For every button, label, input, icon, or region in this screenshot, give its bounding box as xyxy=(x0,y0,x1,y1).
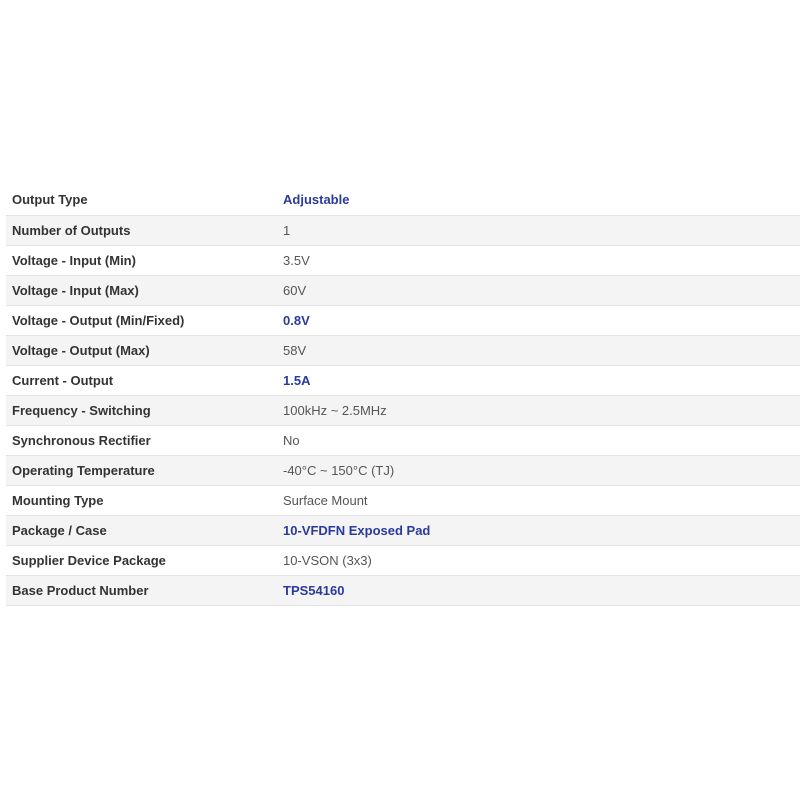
attribute-value-link[interactable]: 10-VFDFN Exposed Pad xyxy=(283,523,430,538)
table-row: Synchronous Rectifier No xyxy=(6,425,800,456)
attribute-label: Voltage - Input (Min) xyxy=(6,245,277,276)
attribute-value: TPS54160 xyxy=(277,575,800,606)
attribute-value: 0.8V xyxy=(277,305,800,336)
attribute-label: Number of Outputs xyxy=(6,215,277,246)
attribute-value: Adjustable xyxy=(277,185,800,216)
attribute-value-link[interactable]: 1.5A xyxy=(283,373,310,388)
product-attributes-table: Output Type Adjustable Number of Outputs… xyxy=(6,185,800,606)
product-attributes-body: Output Type Adjustable Number of Outputs… xyxy=(6,185,800,606)
attribute-label: Current - Output xyxy=(6,365,277,396)
attribute-label: Operating Temperature xyxy=(6,455,277,486)
table-row: Voltage - Input (Min) 3.5V xyxy=(6,245,800,276)
table-row: Package / Case 10-VFDFN Exposed Pad xyxy=(6,515,800,546)
attribute-value: 1.5A xyxy=(277,365,800,396)
table-row: Voltage - Output (Min/Fixed) 0.8V xyxy=(6,305,800,336)
attribute-label: Base Product Number xyxy=(6,575,277,606)
attribute-label: Output Type xyxy=(6,185,277,216)
attribute-label: Supplier Device Package xyxy=(6,545,277,576)
table-row: Current - Output 1.5A xyxy=(6,365,800,396)
table-row: Voltage - Input (Max) 60V xyxy=(6,275,800,306)
attribute-value-link[interactable]: 0.8V xyxy=(283,313,310,328)
table-row: Frequency - Switching 100kHz ~ 2.5MHz xyxy=(6,395,800,426)
attribute-value: 10-VSON (3x3) xyxy=(277,545,800,576)
table-row: Supplier Device Package 10-VSON (3x3) xyxy=(6,545,800,576)
attribute-value: 1 xyxy=(277,215,800,246)
attribute-value-link[interactable]: TPS54160 xyxy=(283,583,344,598)
attribute-value: Surface Mount xyxy=(277,485,800,516)
table-row: Voltage - Output (Max) 58V xyxy=(6,335,800,366)
table-row: Output Type Adjustable xyxy=(6,185,800,216)
attribute-value: 10-VFDFN Exposed Pad xyxy=(277,515,800,546)
attribute-label: Mounting Type xyxy=(6,485,277,516)
attribute-label: Synchronous Rectifier xyxy=(6,425,277,456)
table-row: Operating Temperature -40°C ~ 150°C (TJ) xyxy=(6,455,800,486)
table-row: Base Product Number TPS54160 xyxy=(6,575,800,606)
table-row: Number of Outputs 1 xyxy=(6,215,800,246)
attribute-value: -40°C ~ 150°C (TJ) xyxy=(277,455,800,486)
attribute-value: 60V xyxy=(277,275,800,306)
attribute-value: 58V xyxy=(277,335,800,366)
attribute-value-link[interactable]: Adjustable xyxy=(283,192,349,207)
attribute-label: Package / Case xyxy=(6,515,277,546)
table-row: Mounting Type Surface Mount xyxy=(6,485,800,516)
attribute-label: Voltage - Output (Max) xyxy=(6,335,277,366)
attribute-label: Frequency - Switching xyxy=(6,395,277,426)
attribute-label: Voltage - Input (Max) xyxy=(6,275,277,306)
attribute-value: 100kHz ~ 2.5MHz xyxy=(277,395,800,426)
attribute-label: Voltage - Output (Min/Fixed) xyxy=(6,305,277,336)
attribute-value: 3.5V xyxy=(277,245,800,276)
attribute-value: No xyxy=(277,425,800,456)
